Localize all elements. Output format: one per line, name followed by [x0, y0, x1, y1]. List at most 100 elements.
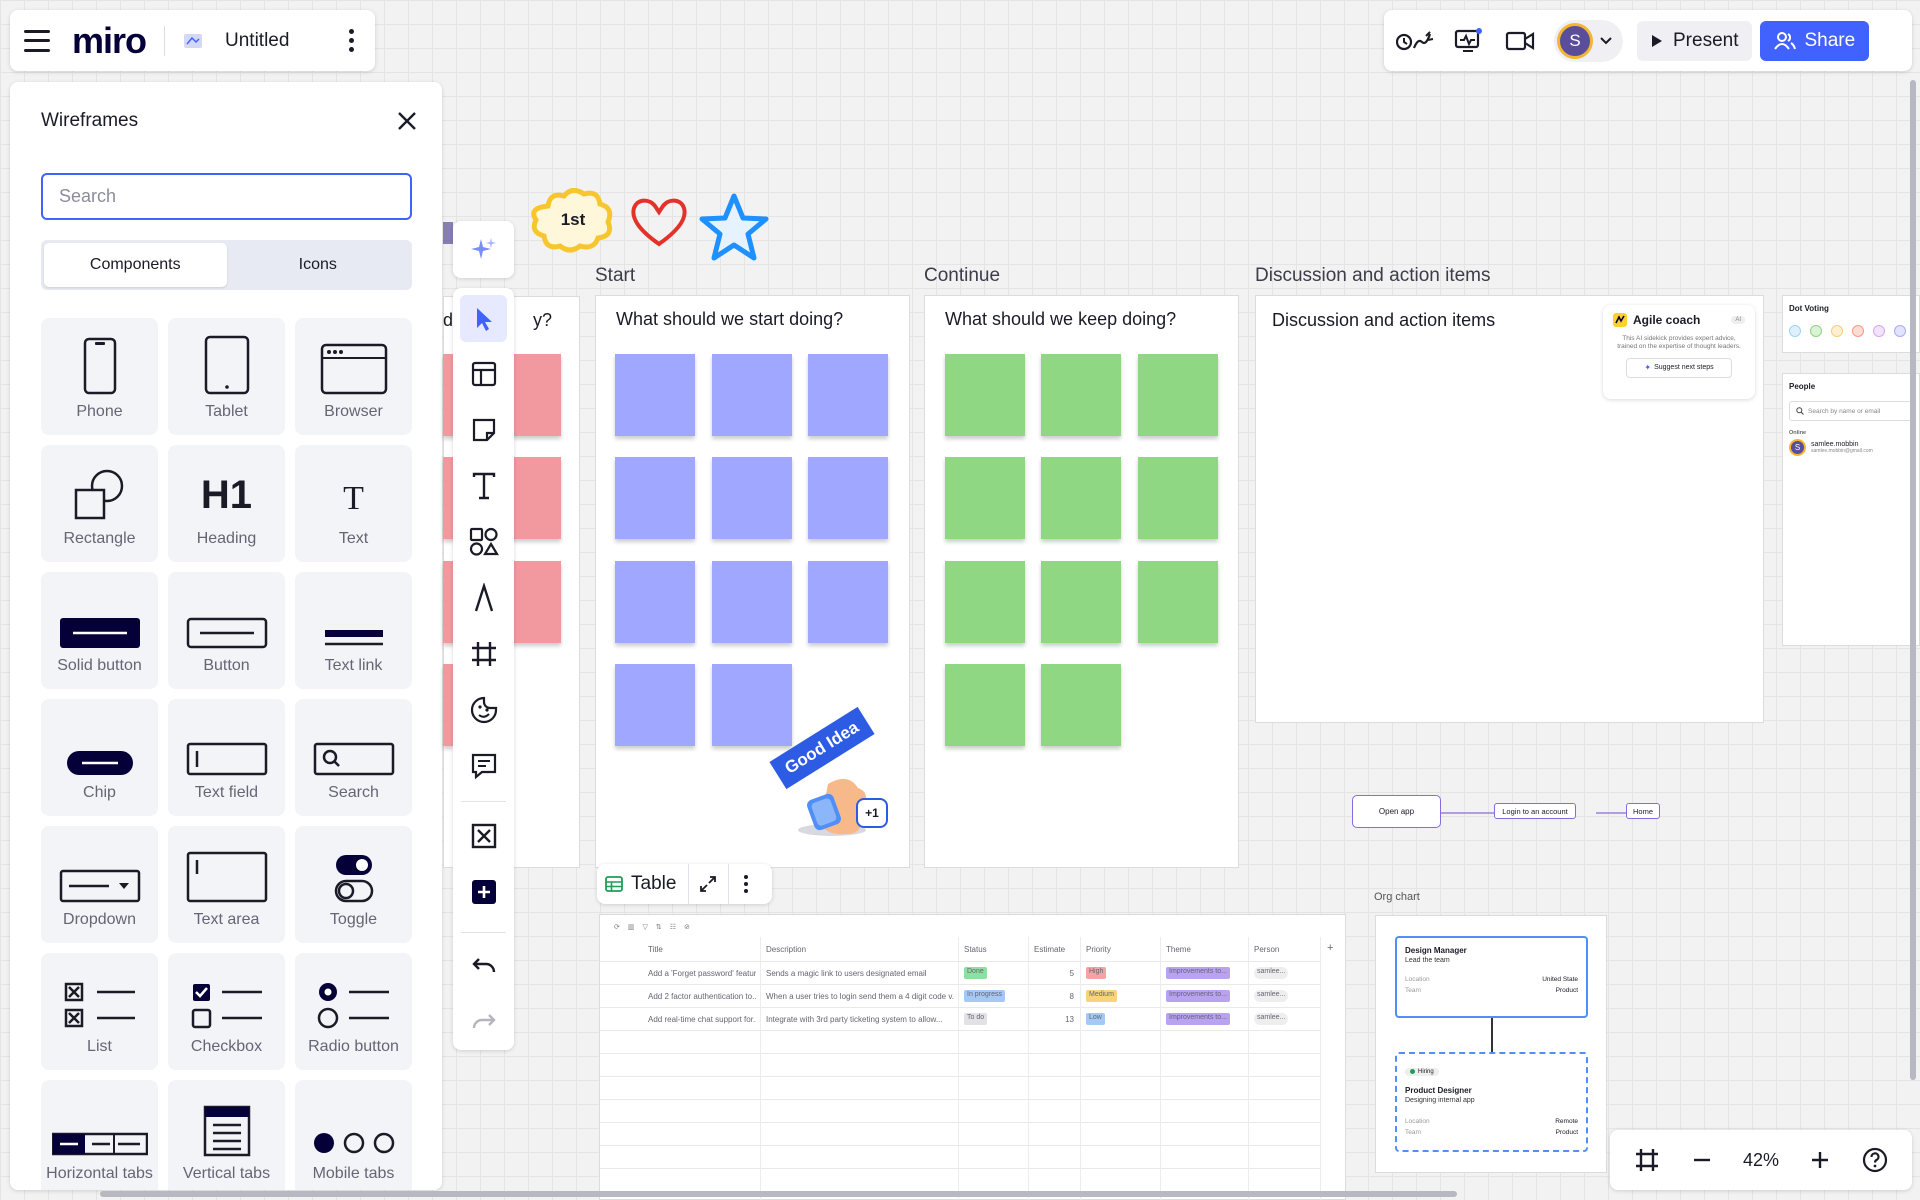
table-row[interactable]: [600, 1145, 1320, 1168]
add-apps-icon[interactable]: [460, 868, 507, 915]
miro-logo[interactable]: miro: [72, 20, 147, 62]
activity-icon[interactable]: [1446, 21, 1490, 61]
status-badge[interactable]: Done: [964, 967, 987, 979]
people-search[interactable]: Search by name or email: [1789, 401, 1913, 421]
component-checkbox[interactable]: Checkbox: [168, 953, 285, 1070]
flow-node-home[interactable]: Home: [1626, 803, 1660, 819]
reactions-icon[interactable]: [1394, 21, 1438, 61]
column-header-title[interactable]: Title: [648, 945, 663, 954]
vote-dot[interactable]: [1852, 325, 1864, 337]
expand-icon[interactable]: [689, 864, 729, 904]
component-text[interactable]: T Text: [295, 445, 412, 562]
avatar[interactable]: S: [1557, 22, 1593, 59]
org-card-manager[interactable]: Design Manager Lead the team Location Uni…: [1395, 936, 1588, 1018]
frame-title-start[interactable]: Start: [595, 265, 635, 287]
component-solid-button[interactable]: Solid button: [41, 572, 158, 689]
search-input[interactable]: [41, 173, 412, 220]
sticky-note[interactable]: [712, 561, 792, 643]
cell-title[interactable]: Add 2 factor authentication to...: [648, 992, 756, 1001]
table-row[interactable]: Add a 'Forget password' featur... Sends a…: [600, 961, 1320, 984]
agile-coach-card[interactable]: Agile coach AI This AI sidekick provides…: [1603, 305, 1755, 399]
reaction-count-badge[interactable]: +1: [856, 798, 888, 828]
cell-description[interactable]: Integrate with 3rd party ticketing syste…: [766, 1015, 954, 1024]
board-title[interactable]: Untitled: [225, 30, 289, 52]
sticky-note[interactable]: [945, 561, 1025, 643]
sticky-note[interactable]: [808, 561, 888, 643]
close-icon[interactable]: [392, 106, 422, 136]
component-horizontal-tabs[interactable]: Horizontal tabs: [41, 1080, 158, 1190]
sticky-note[interactable]: [615, 354, 695, 436]
help-icon[interactable]: [1861, 1146, 1889, 1174]
text-tool-icon[interactable]: [460, 462, 507, 509]
vertical-scrollbar[interactable]: [1910, 80, 1916, 1080]
component-vertical-tabs[interactable]: Vertical tabs: [168, 1080, 285, 1190]
table-row[interactable]: Add real-time chat support for... Integra…: [600, 1007, 1320, 1030]
vote-dot[interactable]: [1873, 325, 1885, 337]
sticky-note[interactable]: [1041, 561, 1121, 643]
suggest-next-steps-button[interactable]: ✦ Suggest next steps: [1626, 357, 1732, 378]
heart-sticker-icon[interactable]: [629, 196, 689, 250]
theme-badge[interactable]: Improvements to...: [1166, 967, 1230, 979]
zoom-in-icon[interactable]: [1809, 1149, 1831, 1171]
person-chip[interactable]: samlee...: [1254, 990, 1289, 1002]
component-search[interactable]: Search: [295, 699, 412, 816]
column-header-person[interactable]: Person: [1254, 945, 1279, 954]
table-type-button[interactable]: Table: [605, 864, 690, 904]
pen-tool-icon[interactable]: [460, 574, 507, 621]
vote-dot[interactable]: [1789, 325, 1801, 337]
component-text-area[interactable]: Text area: [168, 826, 285, 943]
sticky-note[interactable]: [808, 354, 888, 436]
component-text-field[interactable]: Text field: [168, 699, 285, 816]
org-card-designer[interactable]: Hiring Product Designer Designing intern…: [1395, 1052, 1588, 1152]
sticky-note[interactable]: [443, 664, 453, 746]
frame-title-continue[interactable]: Continue: [924, 265, 1000, 287]
component-mobile-tabs[interactable]: Mobile tabs: [295, 1080, 412, 1190]
theme-badge[interactable]: Improvements to...: [1166, 990, 1230, 1002]
sticky-note[interactable]: [1138, 561, 1218, 643]
more-options-icon[interactable]: [341, 29, 361, 52]
table-row[interactable]: [600, 1099, 1320, 1122]
zoom-out-icon[interactable]: [1691, 1149, 1713, 1171]
comment-icon[interactable]: [460, 742, 507, 789]
sticky-note[interactable]: [615, 561, 695, 643]
cell-title[interactable]: Add real-time chat support for...: [648, 1015, 756, 1024]
video-call-icon[interactable]: [1498, 21, 1542, 61]
main-menu-icon[interactable]: [24, 29, 50, 52]
tab-icons[interactable]: Icons: [227, 243, 410, 287]
table-row[interactable]: [600, 1168, 1320, 1191]
group-icon[interactable]: ☷: [670, 923, 676, 931]
sticky-note[interactable]: [1041, 354, 1121, 436]
sticky-note[interactable]: [808, 457, 888, 539]
cell-title[interactable]: Add a 'Forget password' featur...: [648, 969, 756, 978]
sticky-note[interactable]: [1041, 664, 1121, 746]
table-row[interactable]: [600, 1076, 1320, 1099]
first-place-sticker[interactable]: 1st: [530, 188, 616, 254]
shapes-icon[interactable]: [460, 518, 507, 565]
sticky-note[interactable]: [1041, 457, 1121, 539]
sticky-note[interactable]: [615, 664, 695, 746]
rows-icon[interactable]: ▥: [628, 923, 635, 931]
horizontal-scrollbar[interactable]: [100, 1191, 1457, 1197]
sticky-note[interactable]: [945, 457, 1025, 539]
good-idea-sticker[interactable]: Good Idea +1: [769, 706, 900, 842]
table-row[interactable]: Add 2 factor authentication to... When a …: [600, 984, 1320, 1007]
table-row[interactable]: [600, 1030, 1320, 1053]
component-browser[interactable]: Browser: [295, 318, 412, 435]
column-header-theme[interactable]: Theme: [1166, 945, 1191, 954]
component-radio-button[interactable]: Radio button: [295, 953, 412, 1070]
vote-dot[interactable]: [1831, 325, 1843, 337]
filter-icon[interactable]: ▽: [643, 923, 648, 931]
frame-tool-icon[interactable]: [460, 630, 507, 677]
component-button[interactable]: Button: [168, 572, 285, 689]
data-table[interactable]: ⟳ ▥ ▽ ⇅ ☷ ⊘ Title Description Status Estimate…: [599, 914, 1346, 1200]
share-button[interactable]: Share: [1760, 20, 1870, 61]
component-heading[interactable]: H1 Heading: [168, 445, 285, 562]
ai-sparkle-icon[interactable]: [460, 226, 507, 273]
undo-icon[interactable]: [460, 942, 507, 989]
table-more-icon[interactable]: [729, 875, 764, 893]
component-chip[interactable]: Chip: [41, 699, 158, 816]
sticky-note[interactable]: [945, 354, 1025, 436]
cell-estimate[interactable]: 5: [1030, 969, 1074, 978]
column-header-status[interactable]: Status: [964, 945, 987, 954]
people-row[interactable]: S samlee.mobbin samlee.mobbin@gmail.com: [1789, 439, 1913, 456]
